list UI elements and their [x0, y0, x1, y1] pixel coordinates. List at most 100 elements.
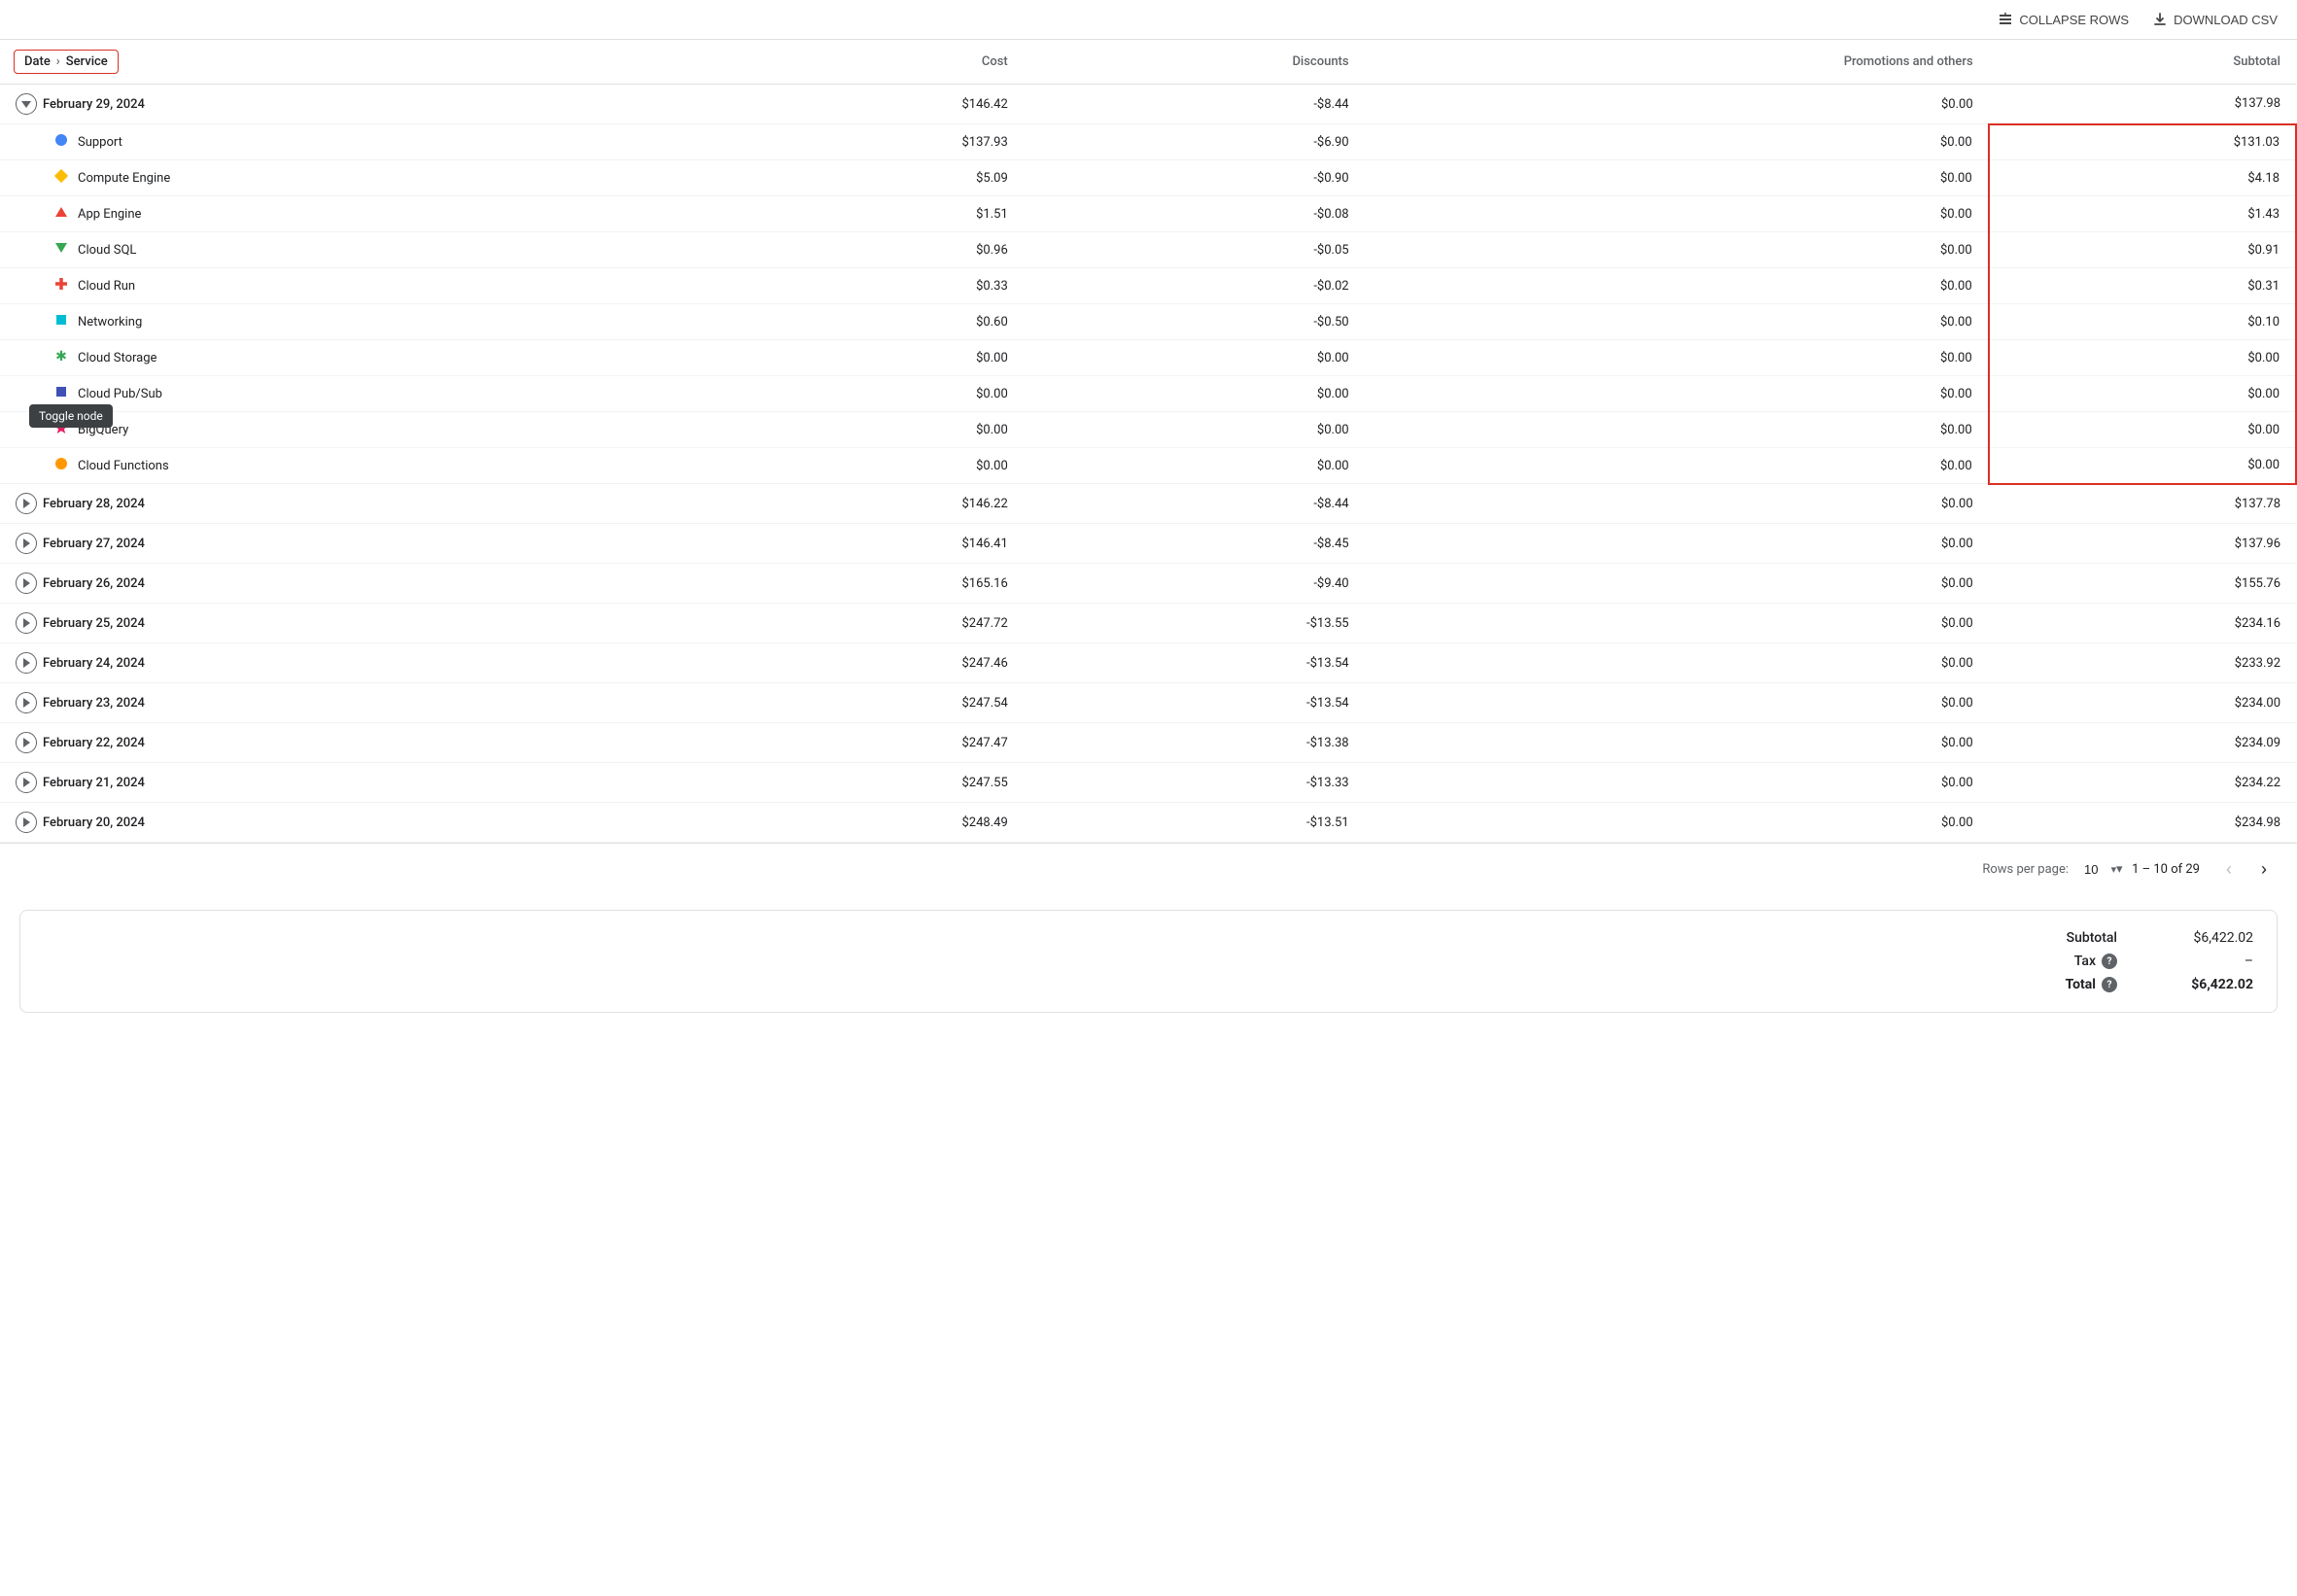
- chevron-right-icon: [23, 578, 30, 588]
- expand-toggle-button[interactable]: [16, 493, 37, 514]
- expand-toggle-button[interactable]: [16, 732, 37, 753]
- service-label: Networking: [78, 315, 142, 330]
- service-name-cell: BigQuery: [0, 412, 723, 448]
- cost-cell: $0.00: [723, 412, 1024, 448]
- date-cell: February 26, 2024: [0, 564, 723, 604]
- service-label: Cloud Storage: [78, 351, 157, 365]
- cost-cell: $0.00: [723, 448, 1024, 484]
- promotions-cell: $0.00: [1365, 85, 1989, 124]
- svg-text:✱: ✱: [55, 349, 67, 363]
- date-cell: February 27, 2024: [0, 524, 723, 564]
- service-icon: [54, 169, 68, 187]
- service-label: Support: [78, 135, 122, 150]
- subtotal-cell: $234.22: [1989, 763, 2296, 803]
- table-row: Support $137.93 -$6.90 $0.00 $131.03: [0, 124, 2296, 160]
- service-icon: [54, 421, 68, 438]
- discounts-cell: -$13.54: [1024, 683, 1365, 723]
- promotions-cell: $0.00: [1365, 232, 1989, 268]
- subtotal-cell: $0.00: [1989, 376, 2296, 412]
- table-row: Cloud SQL $0.96 -$0.05 $0.00 $0.91: [0, 232, 2296, 268]
- cost-cell: $248.49: [723, 803, 1024, 843]
- service-name-cell: Cloud Pub/Sub: [0, 376, 723, 412]
- chevron-right-icon: [23, 817, 30, 827]
- prev-page-button[interactable]: ‹: [2215, 855, 2243, 883]
- expand-toggle-button[interactable]: [16, 533, 37, 554]
- promotions-cell: $0.00: [1365, 340, 1989, 376]
- next-page-button[interactable]: ›: [2250, 855, 2278, 883]
- cost-cell: $0.96: [723, 232, 1024, 268]
- expand-toggle-button[interactable]: [16, 772, 37, 793]
- service-icon: [54, 277, 68, 295]
- table-row: Cloud Run $0.33 -$0.02 $0.00 $0.31: [0, 268, 2296, 304]
- promotions-cell: $0.00: [1365, 803, 1989, 843]
- table-row: BigQuery $0.00 $0.00 $0.00 $0.00: [0, 412, 2296, 448]
- subtotal-cell: $4.18: [1989, 160, 2296, 196]
- cost-cell: $247.72: [723, 604, 1024, 643]
- service-label: App Engine: [78, 207, 141, 222]
- cost-cell: $247.47: [723, 723, 1024, 763]
- download-csv-button[interactable]: DOWNLOAD CSV: [2152, 12, 2278, 27]
- discounts-cell: $0.00: [1024, 412, 1365, 448]
- expand-toggle-button[interactable]: [16, 652, 37, 674]
- summary-tax-row: Tax ? –: [2039, 954, 2253, 969]
- promotions-cell: $0.00: [1365, 763, 1989, 803]
- expand-toggle-button[interactable]: [16, 572, 37, 594]
- summary-tax-value: –: [2156, 954, 2253, 969]
- table-row: February 27, 2024 $146.41 -$8.45 $0.00 $…: [0, 524, 2296, 564]
- promotions-cell: $0.00: [1365, 376, 1989, 412]
- expand-toggle-button[interactable]: [16, 93, 37, 115]
- table-row: February 22, 2024 $247.47 -$13.38 $0.00 …: [0, 723, 2296, 763]
- promotions-cell: $0.00: [1365, 448, 1989, 484]
- discounts-cell: $0.00: [1024, 340, 1365, 376]
- date-label: February 23, 2024: [43, 696, 145, 711]
- cost-cell: $146.22: [723, 484, 1024, 524]
- subtotal-cell: $1.43: [1989, 196, 2296, 232]
- discounts-cell: -$0.50: [1024, 304, 1365, 340]
- service-label: Cloud Functions: [78, 459, 169, 473]
- promotions-cell: $0.00: [1365, 723, 1989, 763]
- date-cell: February 25, 2024: [0, 604, 723, 643]
- cost-cell: $0.60: [723, 304, 1024, 340]
- total-info-icon[interactable]: ?: [2102, 977, 2117, 992]
- promotions-cell: $0.00: [1365, 604, 1989, 643]
- service-name-cell: Support: [0, 124, 723, 160]
- table-row: February 20, 2024 $248.49 -$13.51 $0.00 …: [0, 803, 2296, 843]
- subtotal-cell: $131.03: [1989, 124, 2296, 160]
- expand-toggle-button[interactable]: [16, 812, 37, 833]
- service-name-cell: ✱ Cloud Storage: [0, 340, 723, 376]
- date-label: February 20, 2024: [43, 815, 145, 830]
- collapse-rows-icon: [1998, 12, 2013, 27]
- col-header-date-service: Date › Service: [0, 40, 723, 85]
- subtotal-cell: $234.00: [1989, 683, 2296, 723]
- expand-toggle-button[interactable]: [16, 612, 37, 634]
- col-header-subtotal: Subtotal: [1989, 40, 2296, 85]
- date-label: February 29, 2024: [43, 97, 145, 112]
- date-label: February 27, 2024: [43, 537, 145, 551]
- tax-info-icon[interactable]: ?: [2102, 954, 2117, 969]
- discounts-cell: -$8.44: [1024, 484, 1365, 524]
- service-icon: [54, 457, 68, 474]
- rows-per-page-select-wrapper[interactable]: 10 25 50 ▾: [2084, 862, 2116, 877]
- summary-total-row: Total ? $6,422.02: [2039, 977, 2253, 992]
- collapse-rows-button[interactable]: COLLAPSE ROWS: [1998, 12, 2129, 27]
- download-csv-label: DOWNLOAD CSV: [2174, 13, 2278, 27]
- service-icon: [54, 205, 68, 223]
- cost-cell: $146.41: [723, 524, 1024, 564]
- service-name-cell: Cloud SQL: [0, 232, 723, 268]
- chevron-right-icon: [23, 698, 30, 708]
- service-name-cell: Compute Engine: [0, 160, 723, 196]
- discounts-cell: $0.00: [1024, 448, 1365, 484]
- promotions-cell: $0.00: [1365, 160, 1989, 196]
- table-row: ✱ Cloud Storage $0.00 $0.00 $0.00 $0.00: [0, 340, 2296, 376]
- service-label: Cloud SQL: [78, 243, 136, 258]
- pagination-info: 1 – 10 of 29: [2132, 862, 2200, 877]
- date-cell: February 29, 2024: [0, 85, 723, 124]
- promotions-cell: $0.00: [1365, 268, 1989, 304]
- promotions-cell: $0.00: [1365, 524, 1989, 564]
- table-row: Cloud Functions $0.00 $0.00 $0.00 $0.00: [0, 448, 2296, 484]
- table-row: Cloud Pub/Sub $0.00 $0.00 $0.00 $0.00: [0, 376, 2296, 412]
- rows-per-page-label: Rows per page:: [1982, 862, 2069, 877]
- expand-toggle-button[interactable]: [16, 692, 37, 713]
- rows-per-page-select[interactable]: 10 25 50: [2084, 862, 2114, 877]
- chevron-down-icon: [21, 101, 31, 108]
